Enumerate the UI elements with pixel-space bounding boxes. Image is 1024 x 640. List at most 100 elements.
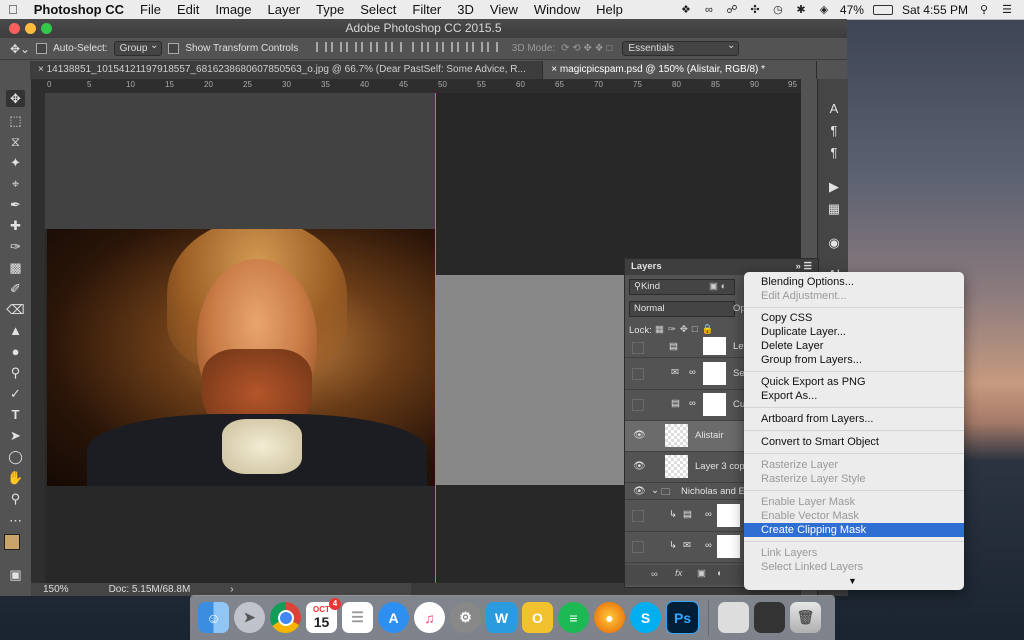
finder-icon[interactable]: ☺ xyxy=(198,602,229,633)
healing-brush-tool-icon[interactable]: ✚ xyxy=(6,217,25,234)
paragraph-panel-icon[interactable]: ¶ xyxy=(826,145,842,161)
paint-bucket-tool-icon[interactable]: ▲ xyxy=(6,322,25,339)
menu-type[interactable]: Type xyxy=(308,2,352,17)
photoshop-icon[interactable]: Ps xyxy=(666,601,699,634)
spotlight-search-icon[interactable]: ⚲ xyxy=(977,4,991,16)
align-top-icon[interactable] xyxy=(316,42,328,52)
blur-tool-icon[interactable]: ● xyxy=(6,343,25,360)
history-brush-tool-icon[interactable]: ✐ xyxy=(6,280,25,297)
skype-icon[interactable]: S xyxy=(630,602,661,633)
trash-icon[interactable]: 🗑 xyxy=(790,602,821,633)
menu-item-blending-options[interactable]: Blending Options... xyxy=(744,275,964,289)
move-tool-preset-icon[interactable]: ✥⌄ xyxy=(10,42,30,56)
tab-close-icon[interactable]: × xyxy=(551,64,560,75)
quick-mask-icon[interactable]: ▣ xyxy=(6,566,25,583)
align-right-icon[interactable] xyxy=(391,42,403,52)
system-preferences-icon[interactable]: ⚙ xyxy=(450,602,481,633)
lasso-tool-icon[interactable]: ⧖ xyxy=(6,133,25,150)
launchpad-icon[interactable]: ➤ xyxy=(234,602,265,633)
writer-icon[interactable]: W xyxy=(486,602,517,633)
bluetooth-icon[interactable]: ✱ xyxy=(794,4,808,16)
evernote-icon[interactable]: ☍ xyxy=(725,4,739,16)
minimize-window-button[interactable] xyxy=(25,23,36,34)
eye-icon[interactable]: 👁 xyxy=(633,430,646,441)
calendar-icon[interactable]: OCT 15 4 xyxy=(306,598,341,633)
battery-percent[interactable]: 47% xyxy=(840,3,864,17)
menu-layer[interactable]: Layer xyxy=(260,2,309,17)
menu-filter[interactable]: Filter xyxy=(404,2,449,17)
distribute-left-icon[interactable] xyxy=(456,42,468,52)
menu-item-delete-layer[interactable]: Delete Layer xyxy=(744,339,964,353)
menu-item-create-clipping-mask[interactable]: Create Clipping Mask xyxy=(744,523,964,537)
actions-play-icon[interactable]: ▶ xyxy=(826,179,842,195)
align-bottom-icon[interactable] xyxy=(346,42,358,52)
lock-icons[interactable]: ▦✑✥□🔒 xyxy=(655,324,717,335)
chrome-icon[interactable] xyxy=(270,602,301,633)
firefox-icon[interactable]: ● xyxy=(594,602,625,633)
auto-select-dropdown[interactable]: Group xyxy=(113,40,163,56)
move-tool-icon[interactable]: ✥ xyxy=(6,90,25,107)
tab-close-icon[interactable]: × xyxy=(38,64,47,75)
hand-tool-icon[interactable]: ✋ xyxy=(6,469,25,486)
clock[interactable]: Sat 4:55 PM xyxy=(902,3,968,17)
reminders-icon[interactable]: ☰ xyxy=(342,602,373,633)
show-transform-checkbox[interactable] xyxy=(168,43,180,54)
align-vcenter-icon[interactable] xyxy=(331,42,343,52)
eraser-tool-icon[interactable]: ⌫ xyxy=(6,301,25,318)
visibility-toggle[interactable] xyxy=(632,368,644,380)
dodge-tool-icon[interactable]: ⚲ xyxy=(6,364,25,381)
paragraph-styles-icon[interactable]: ¶ xyxy=(826,123,842,139)
menu-item-export-as[interactable]: Export As... xyxy=(744,389,964,403)
photo-stack-icon[interactable] xyxy=(718,602,749,633)
marquee-tool-icon[interactable]: ⬚ xyxy=(6,112,25,129)
app-menu[interactable]: Photoshop CC xyxy=(26,2,132,17)
app-store-icon[interactable]: A xyxy=(378,602,409,633)
scroll-down-arrow-icon[interactable]: ▼ xyxy=(848,576,857,586)
foreground-color-swatch[interactable] xyxy=(4,534,20,550)
zoom-window-button[interactable] xyxy=(41,23,52,34)
visibility-toggle[interactable] xyxy=(632,510,644,522)
brush-tool-icon[interactable]: ✑ xyxy=(6,238,25,255)
distribute-top-icon[interactable] xyxy=(411,42,423,52)
battery-icon[interactable] xyxy=(872,4,893,15)
filter-pixel-icon[interactable]: ▣ ◐ xyxy=(709,281,726,292)
distribute-hcenter-icon[interactable] xyxy=(471,42,483,52)
adjustment-layer-icon[interactable]: ◐ xyxy=(717,568,723,579)
wifi-icon[interactable]: ◈ xyxy=(817,4,831,16)
close-window-button[interactable] xyxy=(9,23,20,34)
type-tool-icon[interactable]: T xyxy=(6,406,25,423)
libraries-icon[interactable]: ◉ xyxy=(826,235,842,251)
link-layers-icon[interactable]: ∞ xyxy=(651,569,658,580)
window-titlebar[interactable]: Adobe Photoshop CC 2015.5 xyxy=(0,19,847,38)
itunes-icon[interactable]: ♫ xyxy=(414,602,445,633)
workspace-dropdown[interactable]: Essentials xyxy=(622,40,740,56)
menu-view[interactable]: View xyxy=(482,2,526,17)
zoom-level[interactable]: 150% xyxy=(43,583,69,596)
creative-cloud-icon[interactable]: ∞ xyxy=(702,4,716,16)
ellipse-tool-icon[interactable]: ◯ xyxy=(6,448,25,465)
properties-icon[interactable]: ▦ xyxy=(826,201,842,217)
add-mask-icon[interactable]: ▣ xyxy=(697,568,706,579)
path-selection-tool-icon[interactable]: ➤ xyxy=(6,427,25,444)
dropbox-icon[interactable]: ❖ xyxy=(679,4,693,16)
grid-icon[interactable]: ✣ xyxy=(748,4,762,16)
menu-help[interactable]: Help xyxy=(588,2,631,17)
menu-edit[interactable]: Edit xyxy=(169,2,207,17)
guide-line[interactable] xyxy=(435,93,436,583)
notification-center-icon[interactable]: ☰ xyxy=(1000,4,1014,16)
menu-file[interactable]: File xyxy=(132,2,169,17)
eye-icon[interactable]: 👁 xyxy=(633,486,646,497)
3d-orbit-icon[interactable]: ⟳ ⟲ ✥ ❖ □ xyxy=(561,43,612,54)
more-tools-icon[interactable]: ⋯ xyxy=(6,512,25,529)
eyedropper-tool-icon[interactable]: ✒ xyxy=(6,196,25,213)
crop-tool-icon[interactable]: ⌖ xyxy=(6,175,25,192)
tab-document-jpg[interactable]: × 14138851_10154121197918557_68162386806… xyxy=(30,61,544,79)
spotify-icon[interactable]: ≡ xyxy=(558,602,589,633)
fx-button[interactable]: fx xyxy=(675,568,682,579)
time-machine-icon[interactable]: ◷ xyxy=(771,4,785,16)
visibility-toggle[interactable] xyxy=(632,541,644,553)
align-hcenter-icon[interactable] xyxy=(376,42,388,52)
align-left-icon[interactable] xyxy=(361,42,373,52)
quick-select-tool-icon[interactable]: ✦ xyxy=(6,154,25,171)
menu-item-copy-css[interactable]: Copy CSS xyxy=(744,311,964,325)
